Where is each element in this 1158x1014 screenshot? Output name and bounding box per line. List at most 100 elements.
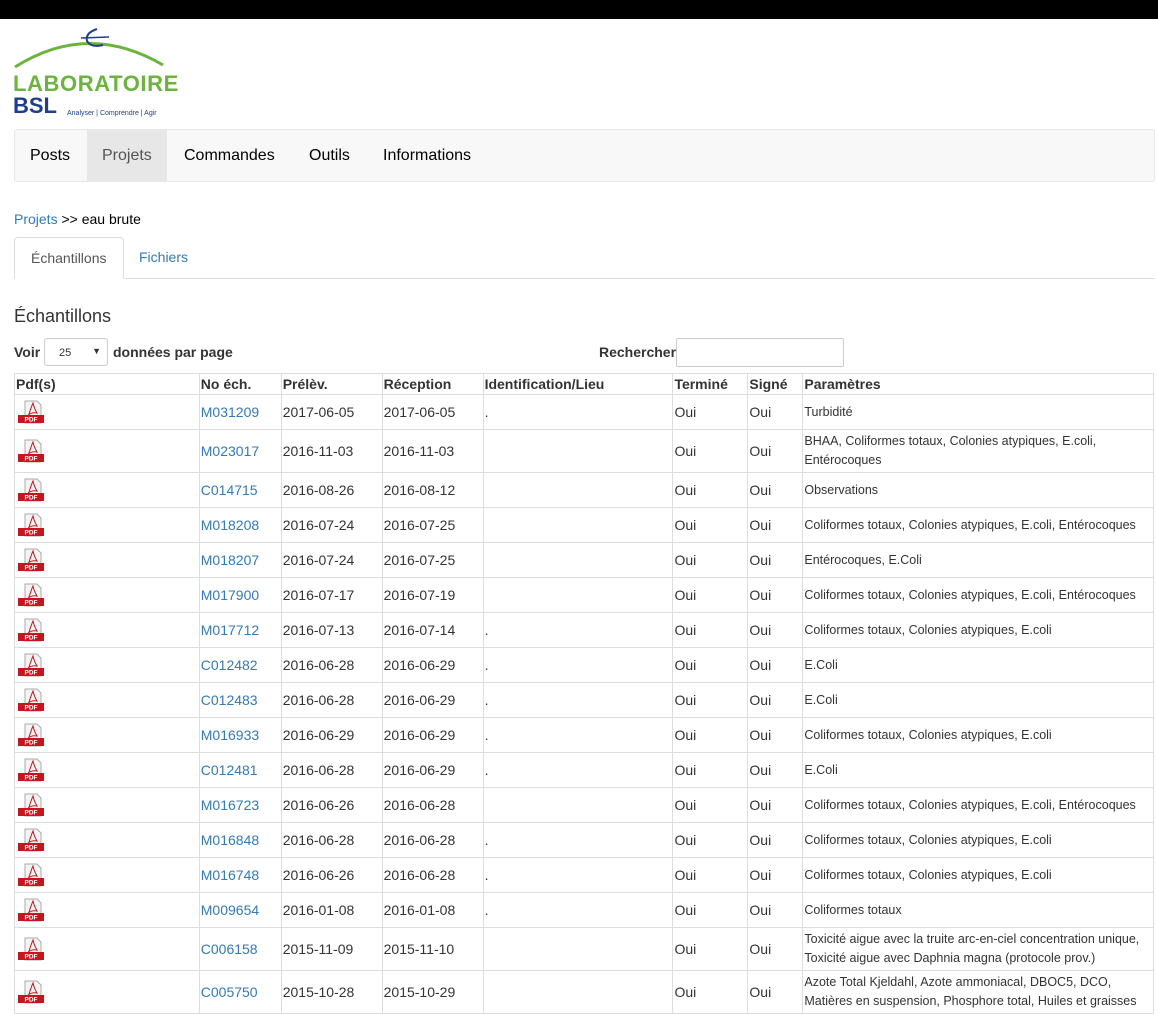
pdf-download-link[interactable]: PDF (16, 399, 198, 425)
show-label: Voir (14, 344, 41, 360)
cell-params: E.Coli (802, 647, 1154, 683)
cell-prelev: 2016-07-24 (280, 507, 383, 543)
sample-number-link[interactable]: M031209 (201, 404, 259, 420)
tab-echantillons[interactable]: Échantillons (14, 237, 124, 279)
laboratoire-bsl-logo[interactable]: LABORATOIRE BSL Analyser | Comprendre | … (13, 23, 188, 123)
cell-termine: Oui (672, 507, 749, 543)
cell-prelev: 2015-11-09 (280, 927, 383, 971)
cell-reception: 2016-11-03 (381, 429, 484, 473)
header-no-ech[interactable]: No éch. (198, 373, 282, 395)
cell-ident: . (482, 857, 674, 893)
page-size-select[interactable]: 25 ▼ (44, 338, 108, 366)
sample-number-link[interactable]: C012483 (201, 692, 258, 708)
pdf-download-link[interactable]: PDF (16, 757, 198, 783)
pdf-icon: PDF (18, 618, 44, 642)
cell-prelev: 2016-06-28 (280, 647, 383, 683)
cell-params: Coliformes totaux, Colonies atypiques, E… (802, 612, 1154, 648)
pdf-download-link[interactable]: PDF (16, 827, 198, 853)
nav-commandes[interactable]: Commandes (169, 130, 290, 181)
svg-text:PDF: PDF (25, 705, 38, 712)
pdf-download-link[interactable]: PDF (16, 477, 198, 503)
logo-arc-icon (14, 28, 164, 69)
sample-number-link[interactable]: C006158 (201, 941, 258, 957)
cell-no-ech: M018207 (198, 542, 282, 578)
sample-number-link[interactable]: M016723 (201, 797, 259, 813)
cell-prelev: 2016-07-24 (280, 542, 383, 578)
cell-ident: . (482, 647, 674, 683)
sample-number-link[interactable]: M016748 (201, 867, 259, 883)
pdf-download-link[interactable]: PDF (16, 617, 198, 643)
cell-no-ech: M016723 (198, 787, 282, 823)
pdf-download-link[interactable]: PDF (16, 438, 198, 464)
sample-number-link[interactable]: M016848 (201, 832, 259, 848)
cell-termine: Oui (672, 927, 749, 971)
cell-prelev: 2016-06-26 (280, 857, 383, 893)
sample-number-link[interactable]: M023017 (201, 443, 259, 459)
cell-signe: Oui (747, 507, 804, 543)
cell-pdf: PDF (14, 892, 200, 928)
sample-number-link[interactable]: C014715 (201, 482, 258, 498)
cell-signe: Oui (747, 429, 804, 473)
pdf-icon: PDF (18, 793, 44, 817)
pdf-download-link[interactable]: PDF (16, 792, 198, 818)
pdf-download-link[interactable]: PDF (16, 722, 198, 748)
pdf-download-link[interactable]: PDF (16, 582, 198, 608)
cell-params: Coliformes totaux, Colonies atypiques, E… (802, 822, 1154, 858)
table-row: PDF C012481 2016-06-28 2016-06-29. Oui Oui E.C… (14, 752, 1154, 788)
nav-outils[interactable]: Outils (294, 130, 365, 181)
breadcrumb-projets-link[interactable]: Projets (14, 211, 58, 227)
cell-prelev: 2016-06-26 (280, 787, 383, 823)
pdf-icon: PDF (18, 898, 44, 922)
cell-pdf: PDF (14, 542, 200, 578)
pdf-download-link[interactable]: PDF (16, 979, 198, 1005)
svg-text:PDF: PDF (25, 880, 38, 887)
sample-number-link[interactable]: C005750 (201, 984, 258, 1000)
header-signe[interactable]: Signé (747, 373, 804, 395)
cell-prelev: 2016-06-28 (280, 682, 383, 718)
pdf-download-link[interactable]: PDF (16, 687, 198, 713)
cell-signe: Oui (747, 647, 804, 683)
sample-number-link[interactable]: M016933 (201, 727, 259, 743)
search-input[interactable] (676, 338, 844, 367)
pdf-download-link[interactable]: PDF (16, 862, 198, 888)
cell-signe: Oui (747, 472, 804, 508)
tab-fichiers[interactable]: Fichiers (123, 237, 204, 278)
pdf-download-link[interactable]: PDF (16, 512, 198, 538)
cell-no-ech: C014715 (198, 472, 282, 508)
nav-posts[interactable]: Posts (15, 130, 85, 181)
sample-number-link[interactable]: M017900 (201, 587, 259, 603)
cell-reception: 2016-08-12 (381, 472, 484, 508)
cell-signe: Oui (747, 857, 804, 893)
header-termine[interactable]: Terminé (672, 373, 749, 395)
cell-pdf: PDF (14, 822, 200, 858)
table-header-row: Pdf(s) No éch. Prélèv. Réception Identif… (14, 373, 1154, 395)
cell-no-ech: C012481 (198, 752, 282, 788)
sample-number-link[interactable]: C012482 (201, 657, 258, 673)
sample-number-link[interactable]: M018207 (201, 552, 259, 568)
cell-termine: Oui (672, 472, 749, 508)
header-identification[interactable]: Identification/Lieu (482, 373, 674, 395)
header-parametres[interactable]: Paramètres (802, 373, 1154, 395)
samples-table: Pdf(s) No éch. Prélèv. Réception Identif… (14, 373, 1154, 1014)
cell-reception: 2016-07-14 (381, 612, 484, 648)
cell-pdf: PDF (14, 970, 200, 1014)
pdf-download-link[interactable]: PDF (16, 547, 198, 573)
cell-ident: . (482, 682, 674, 718)
sample-number-link[interactable]: M018208 (201, 517, 259, 533)
header-reception[interactable]: Réception (381, 373, 484, 395)
nav-informations[interactable]: Informations (368, 130, 486, 181)
header-prelev[interactable]: Prélèv. (280, 373, 383, 395)
nav-projets[interactable]: Projets (87, 130, 167, 181)
cell-ident (482, 507, 674, 543)
pdf-icon: PDF (18, 439, 44, 463)
sample-number-link[interactable]: M009654 (201, 902, 259, 918)
pdf-download-link[interactable]: PDF (16, 936, 198, 962)
sample-number-link[interactable]: M017712 (201, 622, 259, 638)
sample-number-link[interactable]: C012481 (201, 762, 258, 778)
cell-prelev: 2016-01-08 (280, 892, 383, 928)
header-pdf[interactable]: Pdf(s) (14, 373, 200, 395)
svg-text:PDF: PDF (25, 495, 38, 502)
pdf-download-link[interactable]: PDF (16, 652, 198, 678)
cell-signe: Oui (747, 577, 804, 613)
pdf-download-link[interactable]: PDF (16, 897, 198, 923)
